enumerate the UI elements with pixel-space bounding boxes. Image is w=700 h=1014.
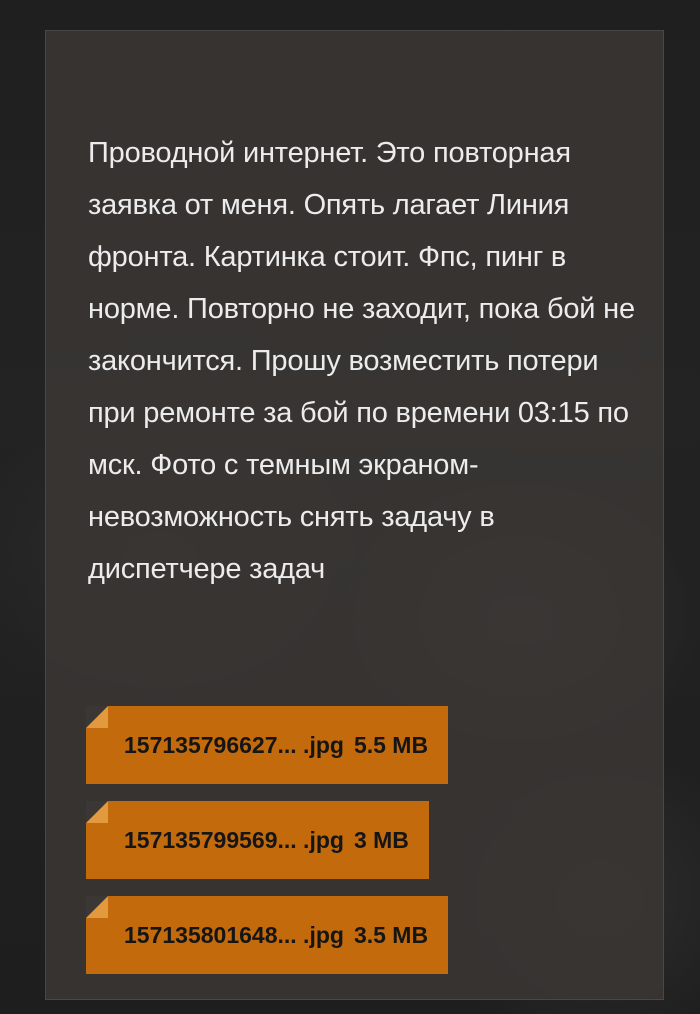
message-card: Проводной интернет. Это повторная заявка… bbox=[45, 30, 664, 1000]
attachment-filename: 157135801648... .jpg bbox=[124, 921, 344, 948]
file-fold-icon bbox=[86, 706, 108, 728]
attachment-filesize: 3.5 MB bbox=[353, 921, 429, 948]
attachment-filesize: 5.5 MB bbox=[353, 731, 429, 758]
file-fold-icon bbox=[86, 801, 108, 823]
attachment-filename: 157135796627... .jpg bbox=[124, 731, 344, 758]
attachment-file-2[interactable]: 157135799569... .jpg 3 MB bbox=[86, 801, 429, 879]
message-text: Проводной интернет. Это повторная заявка… bbox=[88, 137, 635, 585]
attachment-filesize: 3 MB bbox=[353, 826, 409, 853]
file-fold-icon bbox=[86, 896, 108, 918]
attachment-file-1[interactable]: 157135796627... .jpg 5.5 MB bbox=[86, 706, 449, 784]
attachment-file-3[interactable]: 157135801648... .jpg 3.5 MB bbox=[86, 896, 449, 974]
attachment-list: 157135796627... .jpg 5.5 MB 157135799569… bbox=[86, 706, 449, 991]
attachment-filename: 157135799569... .jpg bbox=[124, 826, 344, 853]
